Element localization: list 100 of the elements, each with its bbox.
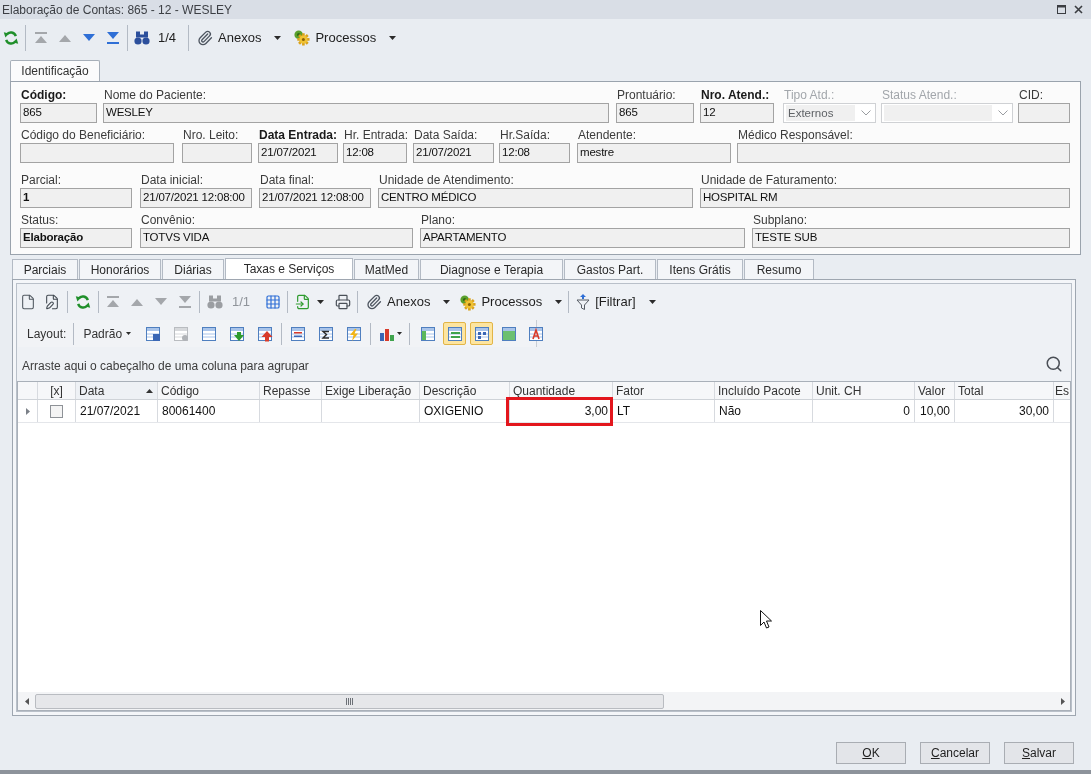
tab[interactable]: Gastos Part. bbox=[564, 259, 656, 279]
attachments-menu-button[interactable]: Anexos bbox=[363, 290, 454, 314]
field-label: Convênio: bbox=[140, 213, 197, 227]
dropdown-field[interactable] bbox=[881, 103, 1013, 123]
grid-icon[interactable] bbox=[265, 294, 282, 310]
text-field[interactable]: APARTAMENTO bbox=[420, 228, 745, 248]
tab[interactable]: Resumo bbox=[744, 259, 814, 279]
dialog-button[interactable]: Salvar bbox=[1004, 742, 1074, 764]
scrollbar-thumb[interactable] bbox=[35, 693, 664, 709]
grid-save-icon[interactable] bbox=[145, 325, 162, 342]
tab[interactable]: Diagnose e Terapia bbox=[420, 259, 563, 279]
tab[interactable]: Honorários bbox=[79, 259, 161, 279]
text-field[interactable]: 21/07/2021 bbox=[258, 143, 338, 163]
text-field[interactable]: HOSPITAL RM bbox=[700, 188, 1070, 208]
column-header[interactable]: Incluído Pacote bbox=[715, 382, 813, 399]
processes-menu-button[interactable]: Processos bbox=[290, 25, 400, 50]
tab[interactable]: Itens Grátis bbox=[657, 259, 743, 279]
binoculars-icon[interactable] bbox=[134, 30, 150, 45]
dialog-button[interactable]: Cancelar bbox=[920, 742, 990, 764]
lightning-icon[interactable] bbox=[346, 325, 363, 342]
text-field[interactable] bbox=[182, 143, 252, 163]
text-field[interactable]: TESTE SUB bbox=[752, 228, 1070, 248]
column-header[interactable]: Data bbox=[76, 382, 158, 399]
new-document-icon[interactable] bbox=[20, 294, 36, 310]
caret-icon bbox=[443, 300, 451, 304]
text-field[interactable]: 865 bbox=[20, 103, 97, 123]
window-restore-icon[interactable] bbox=[1057, 5, 1066, 14]
column-header[interactable]: Quantidade bbox=[510, 382, 613, 399]
bar-down-triangle-icon[interactable] bbox=[106, 31, 120, 44]
layout-label: Layout: bbox=[27, 325, 67, 343]
column-header[interactable]: Descrição bbox=[420, 382, 510, 399]
column-header[interactable]: Fator bbox=[613, 382, 715, 399]
text-field[interactable] bbox=[1018, 103, 1070, 123]
text-field[interactable]: 865 bbox=[616, 103, 694, 123]
preset-dropdown-button[interactable]: Padrão bbox=[83, 324, 132, 343]
tab[interactable]: Parciais bbox=[12, 259, 78, 279]
text-field[interactable]: 12:08 bbox=[499, 143, 570, 163]
field-label: Status: bbox=[20, 213, 60, 227]
field-label: Data final: bbox=[259, 173, 316, 187]
text-field[interactable]: 1 bbox=[20, 188, 132, 208]
attachments-menu-button[interactable]: Anexos bbox=[194, 25, 285, 50]
text-field[interactable] bbox=[737, 143, 1070, 163]
field-label: Hr.Saída: bbox=[499, 128, 552, 142]
caret-icon bbox=[648, 300, 656, 304]
column-header[interactable]: Exige Liberação bbox=[322, 382, 420, 399]
table-columns-icon[interactable] bbox=[290, 325, 307, 342]
processes-menu-button[interactable]: Processos bbox=[456, 290, 566, 314]
refresh-icon[interactable] bbox=[75, 294, 91, 310]
column-header[interactable]: Unit. CH bbox=[813, 382, 915, 399]
column-header[interactable]: Código bbox=[158, 382, 260, 399]
table-cell-text: 21/07/2021 bbox=[79, 403, 142, 420]
tab[interactable]: Identificação bbox=[10, 60, 100, 81]
column-header[interactable]: Total bbox=[955, 382, 1054, 399]
field-label: Código do Beneficiário: bbox=[20, 128, 147, 142]
caret-icon bbox=[317, 300, 325, 304]
tab[interactable]: Taxas e Serviços bbox=[225, 258, 353, 279]
text-field[interactable]: 21/07/2021 12:08:00 bbox=[140, 188, 252, 208]
scroll-right-icon[interactable] bbox=[1061, 697, 1065, 705]
tab[interactable]: MatMed bbox=[354, 259, 419, 279]
refresh-icon[interactable] bbox=[3, 29, 19, 46]
table-cell-text: 10,00 bbox=[918, 403, 951, 420]
text-field[interactable]: mestre bbox=[577, 143, 731, 163]
field-label: Plano: bbox=[420, 213, 457, 227]
column-header[interactable]: Repasse bbox=[260, 382, 322, 399]
gear-icon bbox=[459, 293, 477, 311]
checkbox[interactable] bbox=[50, 404, 63, 418]
sigma-icon[interactable] bbox=[318, 325, 335, 342]
dialog-button[interactable]: OK bbox=[836, 742, 906, 764]
text-field[interactable]: 21/07/2021 12:08:00 bbox=[259, 188, 371, 208]
column-header[interactable]: Es bbox=[1054, 382, 1070, 399]
field-label: Data Entrada: bbox=[258, 128, 338, 142]
gear-icon bbox=[293, 29, 311, 46]
text-field[interactable]: WESLEY bbox=[103, 103, 609, 123]
table-icon[interactable] bbox=[201, 325, 218, 342]
field-label: Tipo Atd.: bbox=[783, 88, 836, 102]
text-field[interactable]: 12:08 bbox=[343, 143, 407, 163]
text-field[interactable] bbox=[20, 143, 174, 163]
funnel-icon bbox=[576, 294, 591, 310]
tab[interactable]: Diárias bbox=[162, 259, 224, 279]
table-cell-text: LT bbox=[616, 403, 632, 420]
chevron-down-icon bbox=[998, 110, 1008, 116]
printer-icon[interactable] bbox=[335, 294, 352, 310]
table-cell-text: 3,00 bbox=[583, 403, 609, 420]
text-field[interactable]: 21/07/2021 bbox=[413, 143, 494, 163]
edit-document-icon[interactable] bbox=[44, 294, 60, 310]
close-icon[interactable] bbox=[1074, 5, 1083, 14]
text-field[interactable]: TOTVS VIDA bbox=[140, 228, 413, 248]
field-label: Nro. Leito: bbox=[182, 128, 240, 142]
text-field[interactable]: Elaboração bbox=[20, 228, 132, 248]
filter-menu-button[interactable]: [Filtrar] bbox=[573, 290, 659, 314]
scroll-left-icon[interactable] bbox=[25, 697, 29, 705]
field-label: Data Saída: bbox=[413, 128, 479, 142]
text-field[interactable]: CENTRO MÉDICO bbox=[378, 188, 693, 208]
search-icon[interactable] bbox=[1045, 355, 1063, 373]
chevron-down-icon bbox=[861, 110, 871, 116]
column-header[interactable]: Valor bbox=[915, 382, 955, 399]
text-field[interactable]: 12 bbox=[700, 103, 774, 123]
grip-icon bbox=[346, 697, 353, 705]
field-label: Prontuário: bbox=[616, 88, 677, 102]
field-label: Médico Responsável: bbox=[737, 128, 854, 142]
